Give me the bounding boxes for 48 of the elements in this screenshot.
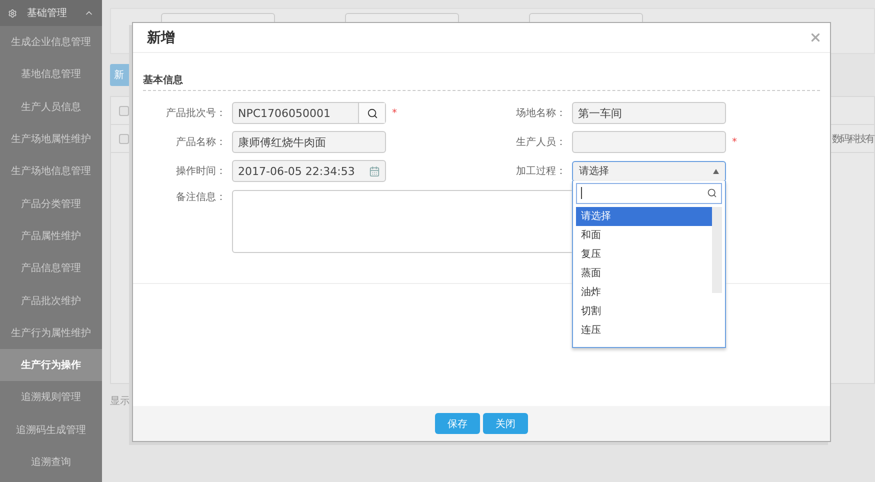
search-icon [366,108,378,118]
dropdown-search-field[interactable] [576,182,722,204]
section-title: 基本信息 [143,73,820,91]
field-label: 操作时间： [175,164,226,178]
date-field[interactable]: 2017-06-05 22:34:53 [232,160,386,182]
text-field[interactable] [572,131,726,153]
dropdown-option[interactable]: 请选择 [576,206,712,226]
process-select[interactable]: 请选择 [572,160,726,182]
search-icon [707,188,717,198]
caret-icon [713,168,719,174]
close-icon[interactable] [809,31,822,44]
sidebar-item[interactable]: 产品属性维护 [0,220,102,252]
close-button[interactable]: 关闭 [483,413,528,434]
sidebar-item[interactable]: 生产行为属性维护 [0,316,102,349]
sidebar-item[interactable]: 生产行为操作 [0,348,102,382]
sidebar-item[interactable]: 产品分类管理 [0,187,102,220]
sidebar-item[interactable]: 生产场地属性维护 [0,122,102,156]
sidebar-item[interactable]: 追溯码生成管理 [0,414,102,446]
sidebar-item[interactable]: 生产人员信息 [0,90,102,123]
search-button[interactable] [358,103,385,123]
sidebar-item[interactable]: 追溯查询 [0,446,102,478]
field-label: 加工过程： [515,164,566,178]
dialog-title: 新增 [147,28,175,46]
row-checkbox[interactable] [119,106,129,116]
calendar-icon [369,166,380,176]
sidebar-item[interactable]: 生产场地信息管理 [0,155,102,188]
scrollbar[interactable] [712,206,722,292]
text-field[interactable]: 康师傅红烧牛肉面 [232,131,386,153]
sidebar-item[interactable]: 产品信息管理 [0,252,102,284]
sidebar-item[interactable]: 生成企业信息管理 [0,26,102,58]
field-label: 场地名称： [515,106,566,120]
table-cell-text: 数码科技有 [832,132,873,146]
settings-icon [8,8,17,18]
field-label: 产品名称： [175,136,226,149]
required-mark: * [392,108,397,118]
required-mark: * [732,136,737,148]
text-field[interactable]: 第一车间 [572,102,726,124]
batch-field[interactable]: NPC1706050001 [232,102,386,124]
sidebar-item[interactable]: 产品批次维护 [0,284,102,317]
sidebar-item[interactable]: 追溯规则管理 [0,381,102,414]
field-label: 生产人员： [515,136,566,149]
sidebar-item[interactable]: 基地信息管理 [0,58,102,91]
save-button[interactable]: 保存 [435,413,480,434]
sidebar-header[interactable]: 基础管理 [0,0,102,26]
row-checkbox[interactable] [119,134,129,144]
pagination-info: 显示 [110,395,131,408]
field-label: 备注信息： [175,190,226,204]
field-label: 产品批次号： [165,106,226,120]
